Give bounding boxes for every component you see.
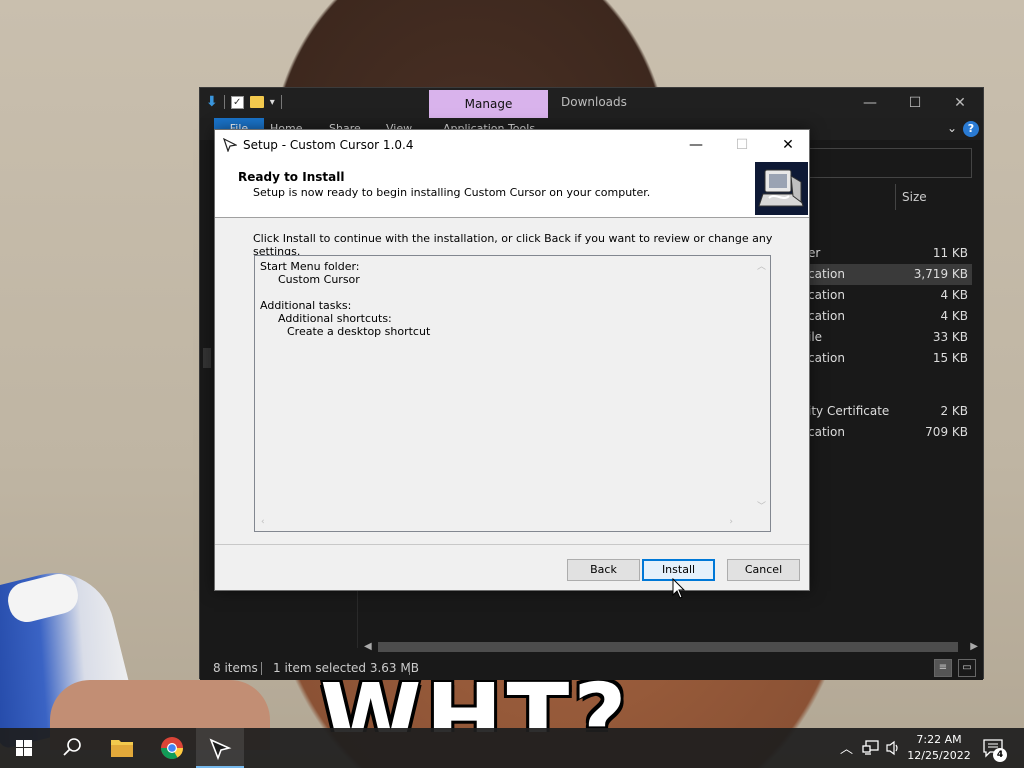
scrollbar-thumb[interactable] bbox=[378, 642, 958, 652]
memo-tasks-item: Create a desktop shortcut bbox=[287, 325, 431, 338]
horizontal-scrollbar[interactable]: ◀ ▶ bbox=[360, 639, 982, 655]
search-box[interactable] bbox=[790, 148, 972, 178]
dialog-titlebar: Setup - Custom Cursor 1.0.4 — ☐ ✕ bbox=[215, 130, 809, 160]
file-size: 2 KB bbox=[940, 404, 968, 418]
cursor-app-icon bbox=[223, 138, 237, 152]
start-button[interactable] bbox=[0, 728, 48, 768]
download-arrow-icon[interactable]: ⬇ bbox=[206, 94, 218, 110]
ready-memo[interactable]: Start Menu folder: Custom Cursor Additio… bbox=[254, 255, 771, 532]
folder-icon bbox=[111, 740, 133, 757]
file-size: 4 KB bbox=[940, 309, 968, 323]
installer-computer-icon bbox=[755, 162, 808, 215]
page-subtitle: Setup is now ready to begin installing C… bbox=[253, 186, 651, 199]
taskbar-custom-cursor-setup[interactable] bbox=[196, 728, 244, 768]
page-title: Ready to Install bbox=[238, 170, 345, 184]
selection-info: 1 item selected 3.63 MB bbox=[273, 661, 419, 675]
file-size: 4 KB bbox=[940, 288, 968, 302]
minimize-button[interactable]: — bbox=[855, 92, 885, 114]
close-button[interactable]: ✕ bbox=[765, 133, 811, 157]
dialog-title: Setup - Custom Cursor 1.0.4 bbox=[243, 138, 414, 152]
scroll-left-icon[interactable]: ◀ bbox=[364, 639, 372, 655]
scroll-right-icon[interactable]: › bbox=[729, 517, 733, 527]
maximize-button[interactable]: ☐ bbox=[900, 92, 930, 114]
close-button[interactable]: ✕ bbox=[945, 92, 975, 114]
file-type: cation bbox=[808, 425, 845, 439]
notification-count-badge: 4 bbox=[993, 748, 1007, 762]
windows-logo-icon bbox=[16, 740, 32, 756]
clock-date: 12/25/2022 bbox=[907, 749, 971, 762]
scroll-left-icon[interactable]: ‹ bbox=[261, 517, 265, 527]
large-icons-view-icon[interactable]: ▭ bbox=[958, 659, 976, 677]
window-title: Downloads bbox=[561, 95, 627, 109]
quick-access-toolbar: ⬇ ✓ ▾ bbox=[206, 94, 282, 110]
file-type: cation bbox=[808, 267, 845, 281]
manage-context-tab[interactable]: Manage bbox=[429, 90, 548, 118]
file-row-selected[interactable]: cation 3,719 KB bbox=[800, 264, 972, 285]
toolbar-separator bbox=[223, 95, 225, 109]
explorer-titlebar: ⬇ ✓ ▾ Manage Downloads — ☐ ✕ bbox=[200, 88, 983, 118]
system-clock[interactable]: 7:22 AM 12/25/2022 bbox=[906, 732, 972, 764]
taskbar: ︿ 7:22 AM 12/25/2022 4 bbox=[0, 728, 1024, 768]
footer-divider bbox=[215, 544, 809, 545]
show-hidden-icons-icon[interactable]: ︿ bbox=[840, 738, 853, 757]
file-row[interactable]: ity Certificate 2 KB bbox=[800, 401, 972, 422]
file-type: cation bbox=[808, 309, 845, 323]
header-divider bbox=[215, 217, 809, 218]
file-row[interactable]: ile 33 KB bbox=[800, 327, 972, 348]
status-bar: 8 items 1 item selected 3.63 MB ≡ ▭ bbox=[200, 656, 983, 680]
column-header-size[interactable]: Size bbox=[895, 184, 975, 210]
volume-icon[interactable] bbox=[885, 740, 901, 756]
file-type: cation bbox=[808, 288, 845, 302]
file-size: 11 KB bbox=[932, 246, 968, 260]
properties-icon[interactable]: ✓ bbox=[230, 95, 244, 109]
taskbar-chrome[interactable] bbox=[148, 728, 196, 768]
customize-toolbar-icon[interactable]: ▾ bbox=[270, 97, 275, 108]
nav-scroll-marker bbox=[203, 348, 211, 368]
cursor-app-icon bbox=[209, 738, 232, 761]
taskbar-file-explorer[interactable] bbox=[98, 728, 146, 768]
memo-start-menu-heading: Start Menu folder: bbox=[260, 260, 360, 273]
cancel-button[interactable]: Cancel bbox=[727, 559, 800, 581]
file-row[interactable]: cation 4 KB bbox=[800, 306, 972, 327]
meme-caption: WHT? bbox=[320, 672, 631, 732]
status-separator bbox=[261, 662, 262, 675]
file-size: 709 KB bbox=[925, 425, 968, 439]
help-icon[interactable]: ? bbox=[963, 121, 979, 137]
details-view-icon[interactable]: ≡ bbox=[934, 659, 952, 677]
scroll-down-icon[interactable]: ﹀ bbox=[757, 499, 766, 512]
scroll-up-icon[interactable]: ︿ bbox=[757, 259, 766, 272]
memo-tasks-group: Additional shortcuts: bbox=[278, 312, 392, 325]
minimize-button[interactable]: — bbox=[673, 133, 719, 157]
search-icon bbox=[63, 738, 81, 756]
wizard-header: Ready to Install Setup is now ready to b… bbox=[215, 160, 809, 217]
memo-start-menu-value: Custom Cursor bbox=[278, 273, 360, 286]
chrome-icon bbox=[161, 737, 183, 759]
file-size: 15 KB bbox=[932, 351, 968, 365]
file-row[interactable]: cation 15 KB bbox=[800, 348, 972, 369]
scroll-right-icon[interactable]: ▶ bbox=[970, 639, 978, 655]
back-button[interactable]: Back bbox=[567, 559, 640, 581]
toolbar-separator bbox=[280, 95, 282, 109]
file-row[interactable]: cation 709 KB bbox=[800, 422, 972, 443]
maximize-button: ☐ bbox=[735, 137, 749, 153]
setup-dialog: Setup - Custom Cursor 1.0.4 — ☐ ✕ Ready … bbox=[214, 129, 810, 591]
expand-ribbon-icon[interactable]: ⌄ bbox=[947, 121, 957, 135]
clock-time: 7:22 AM bbox=[916, 733, 962, 746]
network-icon[interactable] bbox=[862, 740, 880, 756]
memo-tasks-heading: Additional tasks: bbox=[260, 299, 352, 312]
item-count: 8 items bbox=[213, 661, 258, 675]
new-folder-icon[interactable] bbox=[249, 96, 264, 108]
file-type: ile bbox=[808, 330, 823, 344]
search-button[interactable] bbox=[48, 728, 96, 768]
memo-vertical-scrollbar[interactable]: ︿ ﹀ bbox=[753, 256, 770, 514]
file-row[interactable]: cation 4 KB bbox=[800, 285, 972, 306]
file-size: 33 KB bbox=[932, 330, 968, 344]
mouse-pointer-icon bbox=[672, 578, 686, 599]
file-row[interactable]: er 11 KB bbox=[800, 243, 972, 264]
file-type: cation bbox=[808, 351, 845, 365]
status-separator bbox=[409, 662, 410, 675]
file-size: 3,719 KB bbox=[913, 267, 968, 281]
memo-horizontal-scrollbar[interactable]: ‹ › bbox=[255, 514, 755, 531]
file-type: ity Certificate bbox=[808, 404, 890, 418]
